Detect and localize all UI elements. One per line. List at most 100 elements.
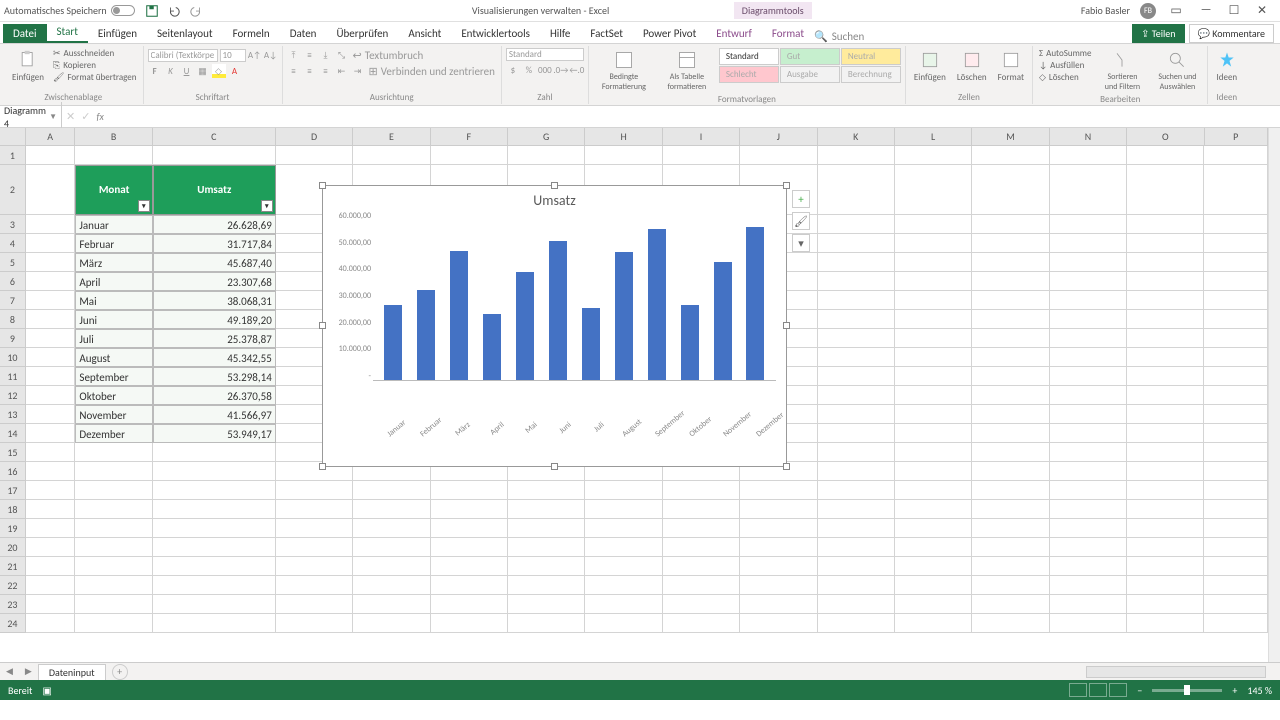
cell[interactable] bbox=[895, 443, 972, 462]
chart-filter-button[interactable]: ▾ bbox=[792, 234, 810, 252]
cell[interactable] bbox=[740, 614, 817, 633]
cell[interactable] bbox=[1204, 310, 1268, 329]
cell[interactable] bbox=[585, 538, 662, 557]
cell[interactable] bbox=[75, 576, 152, 595]
cell[interactable] bbox=[1050, 405, 1127, 424]
clear-button[interactable]: ◇Löschen bbox=[1037, 72, 1093, 83]
cell[interactable] bbox=[1050, 462, 1127, 481]
cell[interactable] bbox=[895, 348, 972, 367]
cell[interactable] bbox=[276, 595, 353, 614]
cell[interactable] bbox=[353, 595, 430, 614]
conditional-format-button[interactable]: Bedingte Formatierung bbox=[593, 48, 655, 94]
row-header[interactable]: 24 bbox=[0, 614, 26, 633]
row-header[interactable]: 6 bbox=[0, 272, 26, 291]
cell[interactable] bbox=[26, 234, 76, 253]
grow-font-icon[interactable]: A↑ bbox=[248, 48, 262, 62]
cell[interactable] bbox=[153, 481, 276, 500]
row-header[interactable]: 16 bbox=[0, 462, 26, 481]
cell[interactable]: März bbox=[75, 253, 152, 272]
vertical-scrollbar[interactable] bbox=[1268, 128, 1280, 662]
cell[interactable] bbox=[1050, 538, 1127, 557]
col-header-H[interactable]: H bbox=[585, 128, 662, 145]
cell[interactable] bbox=[895, 386, 972, 405]
cell[interactable] bbox=[972, 557, 1049, 576]
cell[interactable] bbox=[972, 215, 1049, 234]
cell[interactable] bbox=[972, 253, 1049, 272]
search-box[interactable]: 🔍 Suchen bbox=[814, 30, 864, 43]
cell[interactable]: Umsatz▾ bbox=[153, 165, 276, 215]
cell[interactable] bbox=[895, 253, 972, 272]
cell[interactable] bbox=[895, 215, 972, 234]
cell[interactable] bbox=[153, 614, 276, 633]
tab-file[interactable]: Datei bbox=[3, 24, 47, 43]
cell[interactable] bbox=[26, 253, 76, 272]
cell[interactable] bbox=[663, 500, 740, 519]
horizontal-scrollbar[interactable] bbox=[1086, 666, 1266, 678]
row-header[interactable]: 15 bbox=[0, 443, 26, 462]
cell[interactable] bbox=[1204, 519, 1268, 538]
insert-cells-button[interactable]: Einfügen bbox=[910, 48, 950, 85]
cell[interactable] bbox=[1204, 500, 1268, 519]
cell[interactable] bbox=[353, 576, 430, 595]
resize-handle[interactable] bbox=[319, 322, 326, 329]
cell[interactable] bbox=[1204, 291, 1268, 310]
cell[interactable] bbox=[1127, 405, 1204, 424]
row-header[interactable]: 11 bbox=[0, 367, 26, 386]
cell[interactable] bbox=[1050, 253, 1127, 272]
row-header[interactable]: 8 bbox=[0, 310, 26, 329]
cell[interactable] bbox=[353, 538, 430, 557]
cell[interactable] bbox=[508, 595, 585, 614]
cell[interactable] bbox=[972, 367, 1049, 386]
cell[interactable] bbox=[818, 348, 895, 367]
minimize-button[interactable]: — bbox=[1196, 3, 1216, 18]
cell[interactable] bbox=[818, 272, 895, 291]
cell[interactable] bbox=[663, 576, 740, 595]
style-gut[interactable]: Gut bbox=[780, 48, 840, 65]
cell[interactable] bbox=[972, 348, 1049, 367]
cell[interactable] bbox=[153, 146, 276, 165]
cell[interactable] bbox=[75, 538, 152, 557]
cell[interactable] bbox=[895, 165, 972, 215]
cell[interactable] bbox=[663, 481, 740, 500]
cell[interactable] bbox=[153, 538, 276, 557]
cell[interactable] bbox=[353, 146, 430, 165]
cut-button[interactable]: ✂Ausschneiden bbox=[51, 48, 139, 59]
cell[interactable] bbox=[26, 405, 76, 424]
chart-elements-button[interactable]: + bbox=[792, 190, 810, 208]
cell[interactable] bbox=[26, 424, 76, 443]
cell[interactable]: 53.949,17 bbox=[153, 424, 276, 443]
col-header-C[interactable]: C bbox=[153, 128, 276, 145]
tab-entwurf[interactable]: Entwurf bbox=[706, 24, 762, 43]
cell[interactable] bbox=[508, 519, 585, 538]
row-header[interactable]: 21 bbox=[0, 557, 26, 576]
cell[interactable] bbox=[1127, 538, 1204, 557]
cell[interactable] bbox=[26, 146, 76, 165]
col-header-M[interactable]: M bbox=[972, 128, 1049, 145]
cell[interactable] bbox=[1050, 165, 1127, 215]
cell[interactable] bbox=[818, 367, 895, 386]
resize-handle[interactable] bbox=[783, 182, 790, 189]
number-format-select[interactable] bbox=[506, 48, 584, 61]
cell[interactable] bbox=[740, 557, 817, 576]
cell[interactable] bbox=[663, 557, 740, 576]
cell[interactable] bbox=[585, 500, 662, 519]
cell[interactable] bbox=[818, 595, 895, 614]
cell[interactable] bbox=[276, 557, 353, 576]
zoom-level[interactable]: 145 % bbox=[1247, 684, 1272, 697]
maximize-button[interactable]: ☐ bbox=[1224, 3, 1244, 18]
cell[interactable] bbox=[1050, 443, 1127, 462]
cell[interactable] bbox=[663, 595, 740, 614]
indent-dec-icon[interactable]: ⇤ bbox=[335, 64, 349, 78]
ribbon-options-icon[interactable]: ▭ bbox=[1166, 3, 1186, 18]
cell[interactable] bbox=[972, 576, 1049, 595]
cell[interactable]: April bbox=[75, 272, 152, 291]
cell[interactable] bbox=[972, 310, 1049, 329]
cell[interactable] bbox=[1050, 424, 1127, 443]
row-header[interactable]: 14 bbox=[0, 424, 26, 443]
cell[interactable] bbox=[972, 386, 1049, 405]
cell[interactable] bbox=[153, 519, 276, 538]
zoom-out-button[interactable]: − bbox=[1137, 684, 1142, 697]
cell[interactable] bbox=[1127, 215, 1204, 234]
cell[interactable] bbox=[1204, 215, 1268, 234]
col-header-J[interactable]: J bbox=[740, 128, 817, 145]
